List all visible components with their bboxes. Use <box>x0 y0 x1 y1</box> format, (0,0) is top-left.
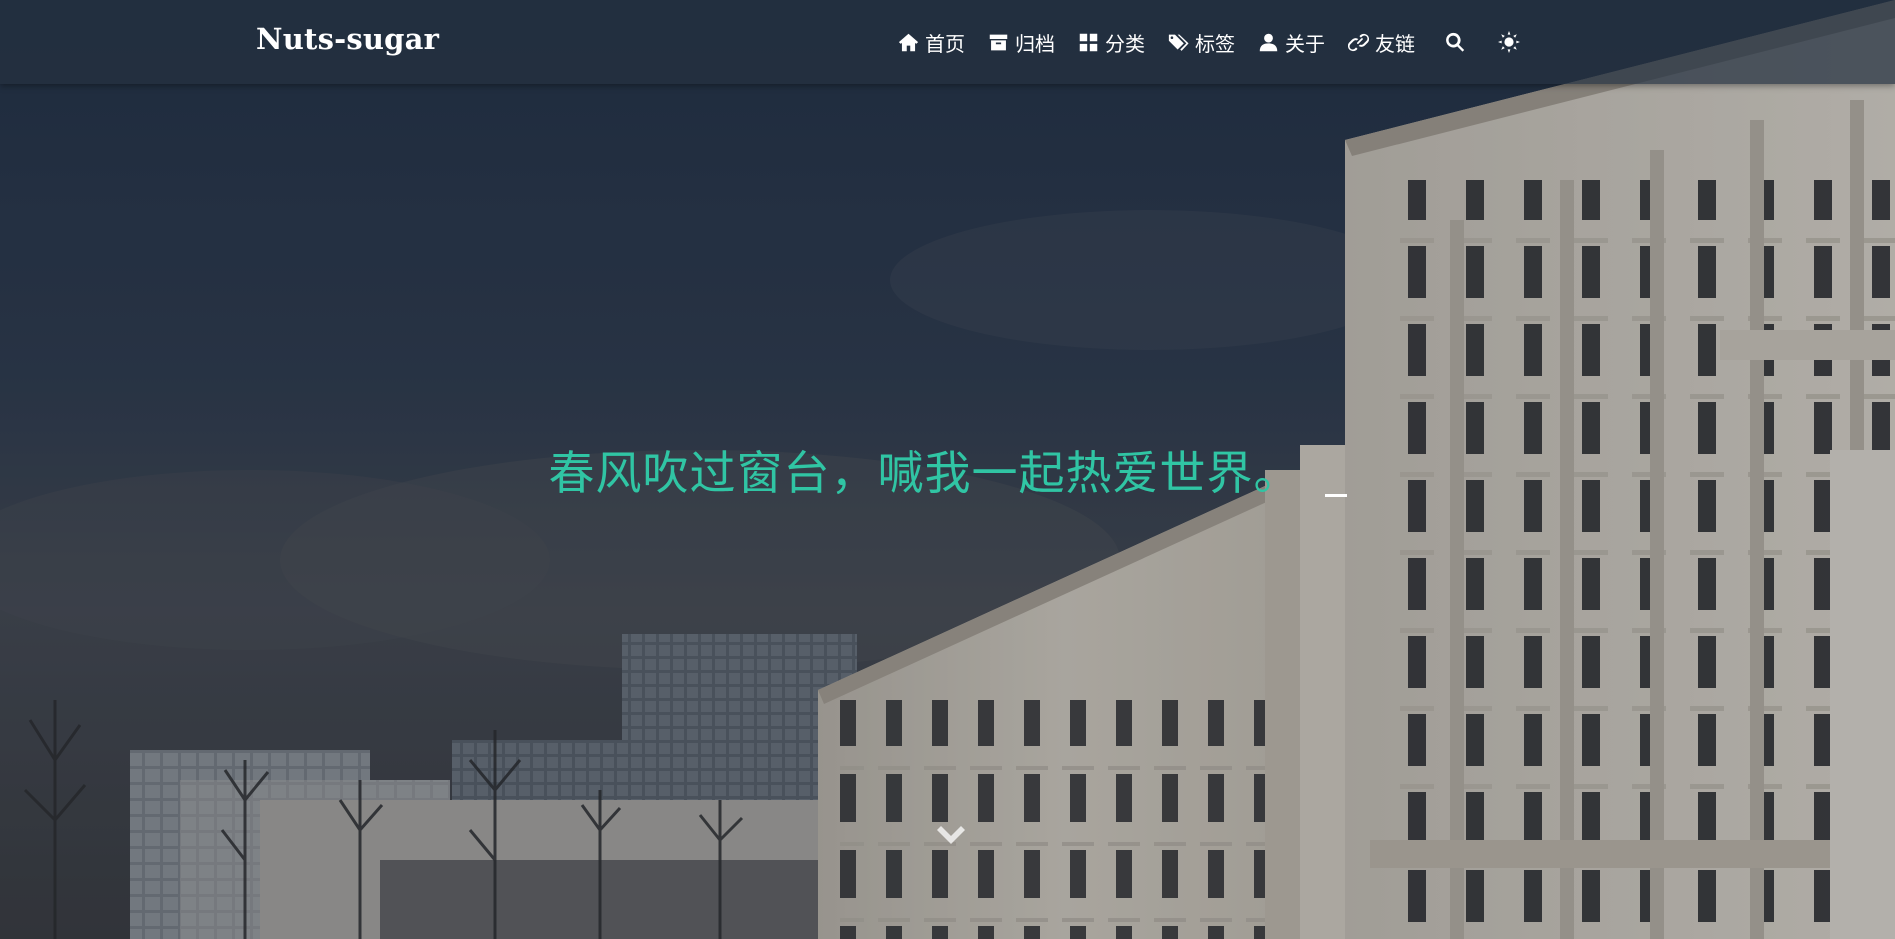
nav-item-home[interactable]: 首页 <box>897 28 965 57</box>
link-icon <box>1347 31 1369 53</box>
nav-menu: 首页 归档 分类 标签 关于 友链 <box>875 0 1523 84</box>
nav-item-label: 关于 <box>1285 31 1325 56</box>
nav-item-label: 归档 <box>1015 31 1055 56</box>
nav-item-label: 分类 <box>1105 31 1145 56</box>
user-icon <box>1257 31 1279 53</box>
tags-icon <box>1167 31 1189 53</box>
hero-subtitle-container: 春风吹过窗台，喊我一起热爱世界。 <box>0 437 1895 503</box>
home-icon <box>897 31 919 53</box>
nav-item-tags[interactable]: 标签 <box>1167 28 1235 57</box>
site-brand-link[interactable]: Nuts-sugar <box>256 22 439 56</box>
nav-item-friend-links[interactable]: 友链 <box>1347 28 1415 57</box>
theme-toggle-button[interactable] <box>1495 28 1523 56</box>
sun-icon <box>1498 31 1520 53</box>
search-button[interactable] <box>1441 28 1469 56</box>
chevron-down-icon <box>934 822 968 852</box>
nav-item-about[interactable]: 关于 <box>1257 28 1325 57</box>
scroll-down-button[interactable] <box>934 822 968 852</box>
category-icon <box>1077 31 1099 53</box>
search-icon <box>1444 31 1466 53</box>
page: Nuts-sugar 首页 归档 分类 标签 关于 友链 春风吹过窗台，喊我一起… <box>0 0 1895 939</box>
top-navbar: Nuts-sugar 首页 归档 分类 标签 关于 友链 <box>0 0 1895 84</box>
nav-item-archive[interactable]: 归档 <box>987 28 1055 57</box>
hero-subtitle: 春风吹过窗台，喊我一起热爱世界。 <box>548 446 1301 500</box>
typing-cursor <box>1324 494 1347 497</box>
archive-icon <box>987 31 1009 53</box>
nav-item-categories[interactable]: 分类 <box>1077 28 1145 57</box>
nav-item-label: 首页 <box>925 31 965 56</box>
nav-item-label: 友链 <box>1375 31 1415 56</box>
nav-item-label: 标签 <box>1195 31 1235 56</box>
